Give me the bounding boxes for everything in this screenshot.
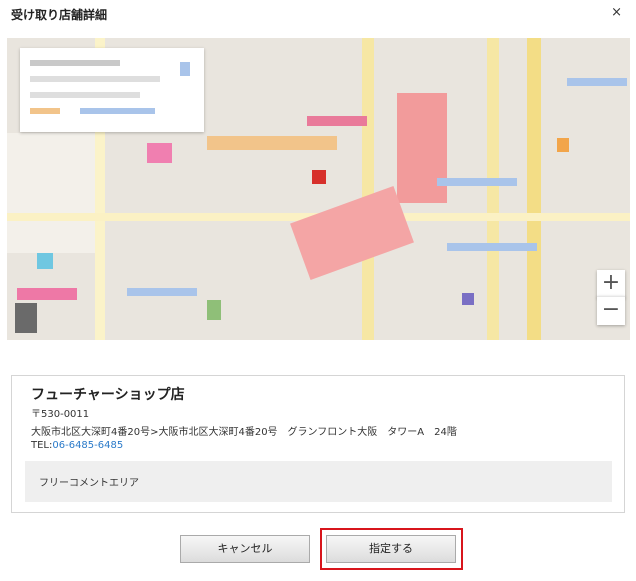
map-label [447, 243, 537, 251]
map-card-line [30, 108, 60, 114]
select-store-button[interactable]: 指定する [326, 535, 456, 563]
map-marker [312, 170, 326, 184]
map-road [207, 136, 337, 150]
map-landmark [147, 143, 172, 163]
map-card-line [30, 92, 140, 98]
tel-link[interactable]: 06-6485-6485 [52, 440, 123, 451]
map-park [207, 300, 221, 320]
directions-icon [180, 62, 190, 76]
map-road [487, 38, 499, 340]
map-card-line [30, 60, 120, 66]
zoom-in-button[interactable]: + [597, 270, 625, 298]
store-name: フューチャーショップ店 [31, 387, 185, 403]
dialog-header: 受け取り店舗詳細 × [0, 0, 636, 30]
map-label [127, 288, 197, 296]
map-station [397, 93, 447, 203]
map-road [362, 38, 374, 340]
map-road [527, 38, 541, 340]
map-block [15, 303, 37, 333]
map-card-link [80, 108, 155, 114]
map-landmark [37, 253, 53, 269]
map-landmark [462, 293, 474, 305]
map-railway [307, 116, 367, 126]
zoom-out-button[interactable]: − [597, 296, 625, 325]
tel-label: TEL: [31, 440, 53, 451]
map-label [437, 178, 517, 186]
map-card-line [30, 76, 160, 82]
free-comment-area: フリーコメントエリア [25, 461, 612, 502]
close-icon[interactable]: × [611, 5, 622, 21]
map-landmark [557, 138, 569, 152]
map-block [7, 133, 97, 253]
map-landmark [17, 288, 77, 300]
free-comment-text: フリーコメントエリア [39, 478, 139, 489]
store-tel: TEL:06-6485-6485 [31, 440, 123, 451]
map-label [567, 78, 627, 86]
store-map[interactable]: + − [7, 38, 630, 340]
dialog-title: 受け取り店舗詳細 [11, 8, 108, 22]
cancel-button[interactable]: キャンセル [180, 535, 310, 563]
store-address: 大阪市北区大深町4番20号>大阪市北区大深町4番20号 グランフロント大阪 タワ… [31, 427, 457, 438]
store-info-panel: フューチャーショップ店 〒530-0011 大阪市北区大深町4番20号>大阪市北… [11, 375, 625, 513]
store-postal-code: 〒530-0011 [31, 409, 90, 420]
map-info-card [20, 48, 204, 132]
